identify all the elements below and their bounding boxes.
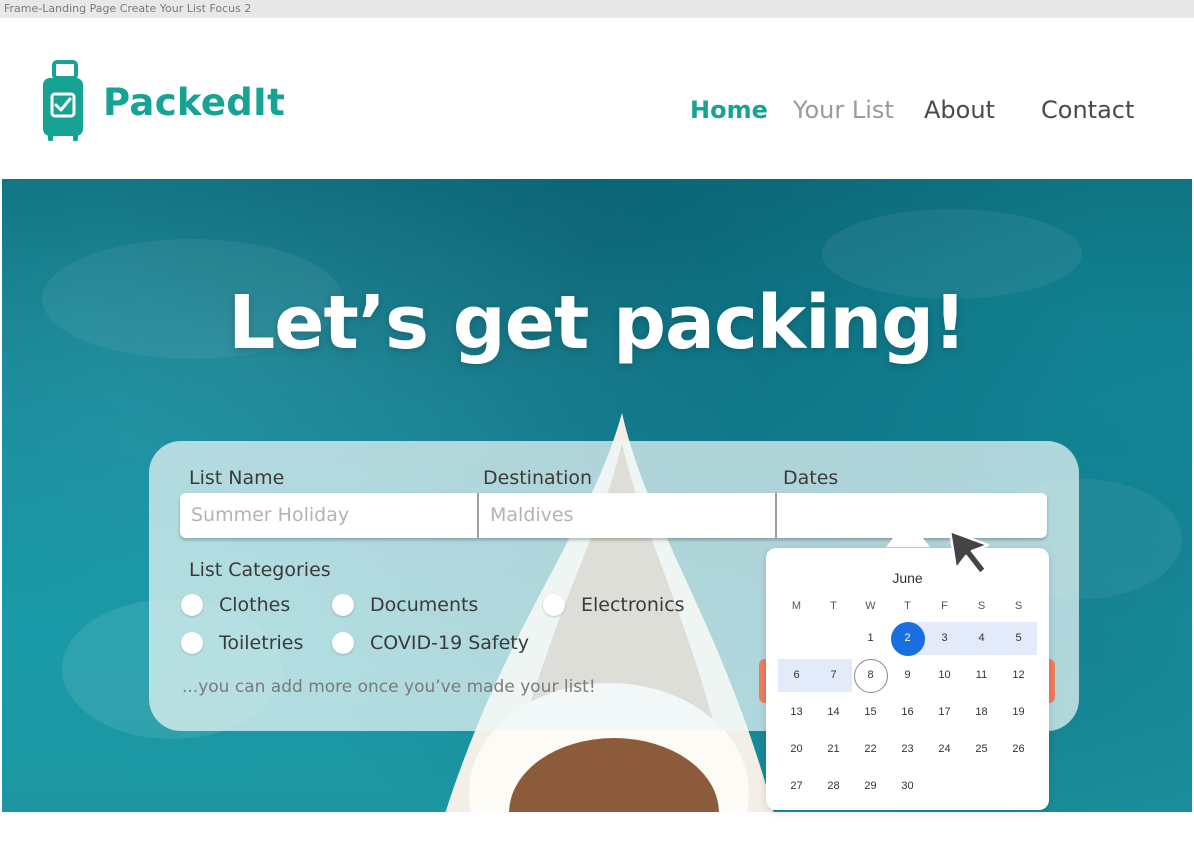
brand-name: PackedIt: [103, 80, 286, 124]
weekday-label: W: [865, 600, 876, 612]
category-label: COVID-19 Safety: [370, 632, 529, 654]
calendar-month: June: [892, 570, 923, 586]
calendar-day[interactable]: 24: [926, 733, 963, 766]
calendar-day[interactable]: 7: [815, 659, 852, 692]
calendar-day[interactable]: 6: [778, 659, 815, 692]
calendar-day[interactable]: 28: [815, 770, 852, 803]
nav-home[interactable]: Home: [690, 96, 768, 124]
calendar-day[interactable]: 20: [778, 733, 815, 766]
calendar-day[interactable]: 17: [926, 696, 963, 729]
radio-button[interactable]: [181, 594, 203, 616]
calendar-day[interactable]: 21: [815, 733, 852, 766]
calendar-day[interactable]: 25: [963, 733, 1000, 766]
calendar-day[interactable]: 12: [1000, 659, 1037, 692]
nav-about[interactable]: About: [924, 96, 995, 124]
calendar-pointer: [886, 519, 930, 547]
radio-button[interactable]: [181, 632, 203, 654]
calendar-day[interactable]: 29: [852, 770, 889, 803]
brand-logo[interactable]: PackedIt: [43, 60, 285, 144]
calendar-day[interactable]: 10: [926, 659, 963, 692]
weekday-label: T: [904, 600, 911, 612]
calendar-day[interactable]: 9: [889, 659, 926, 692]
calendar-day[interactable]: 27: [778, 770, 815, 803]
category-documents[interactable]: Documents: [332, 594, 478, 616]
calendar-day[interactable]: 22: [852, 733, 889, 766]
calendar-day[interactable]: 19: [1000, 696, 1037, 729]
calendar-day[interactable]: 3: [926, 622, 963, 655]
suitcase-check-icon: [43, 60, 87, 144]
radio-button[interactable]: [543, 594, 565, 616]
weekday-label: F: [941, 600, 948, 612]
calendar-day[interactable]: 1: [852, 622, 889, 655]
category-label: Toiletries: [219, 632, 304, 654]
mouse-cursor-icon: [948, 529, 990, 576]
calendar-day[interactable]: 15: [852, 696, 889, 729]
calendar-day[interactable]: 5: [1000, 622, 1037, 655]
calendar-day[interactable]: 23: [889, 733, 926, 766]
categories-hint: ...you can add more once you’ve made you…: [182, 677, 596, 697]
calendar-day[interactable]: 13: [778, 696, 815, 729]
calendar-day[interactable]: 14: [815, 696, 852, 729]
list-name-input[interactable]: Summer Holiday: [180, 493, 479, 538]
radio-button[interactable]: [332, 632, 354, 654]
dates-label: Dates: [783, 467, 839, 489]
list-name-label: List Name: [189, 467, 285, 489]
category-toiletries[interactable]: Toiletries: [181, 632, 303, 654]
calendar-day[interactable]: 16: [889, 696, 926, 729]
calendar-day[interactable]: 8: [852, 659, 889, 692]
weekday-label: M: [791, 600, 802, 612]
nav-your-list[interactable]: Your List: [793, 96, 894, 124]
radio-button[interactable]: [332, 594, 354, 616]
category-label: Electronics: [581, 594, 685, 616]
calendar-day[interactable]: 26: [1000, 733, 1037, 766]
calendar-day[interactable]: 11: [963, 659, 1000, 692]
weekday-label: T: [830, 600, 837, 612]
calendar-day[interactable]: 4: [963, 622, 1000, 655]
calendar-day[interactable]: 30: [889, 770, 926, 803]
calendar-day[interactable]: 2: [889, 622, 926, 655]
frame-label: Frame-Landing Page Create Your List Focu…: [0, 0, 1194, 18]
category-electronics[interactable]: Electronics: [543, 594, 685, 616]
categories-label: List Categories: [189, 559, 331, 581]
date-picker[interactable]: June M T W T F S S 1 2 3 4 5 6 7 8 9 10 11 12 13 14 15 16 17 18 1…: [766, 548, 1049, 810]
calendar-day[interactable]: 18: [963, 696, 1000, 729]
category-clothes[interactable]: Clothes: [181, 594, 290, 616]
destination-input[interactable]: Maldives: [479, 493, 777, 538]
destination-label: Destination: [483, 467, 593, 489]
category-label: Documents: [370, 594, 479, 616]
category-label: Clothes: [219, 594, 291, 616]
weekday-label: S: [977, 600, 986, 612]
landing-page: PackedIt Home Your List About Contact Le…: [2, 18, 1192, 863]
weekday-label: S: [1014, 600, 1023, 612]
category-covid-safety[interactable]: COVID-19 Safety: [332, 632, 529, 654]
nav-contact[interactable]: Contact: [1041, 96, 1134, 124]
hero-headline: Let’s get packing!: [228, 280, 967, 366]
